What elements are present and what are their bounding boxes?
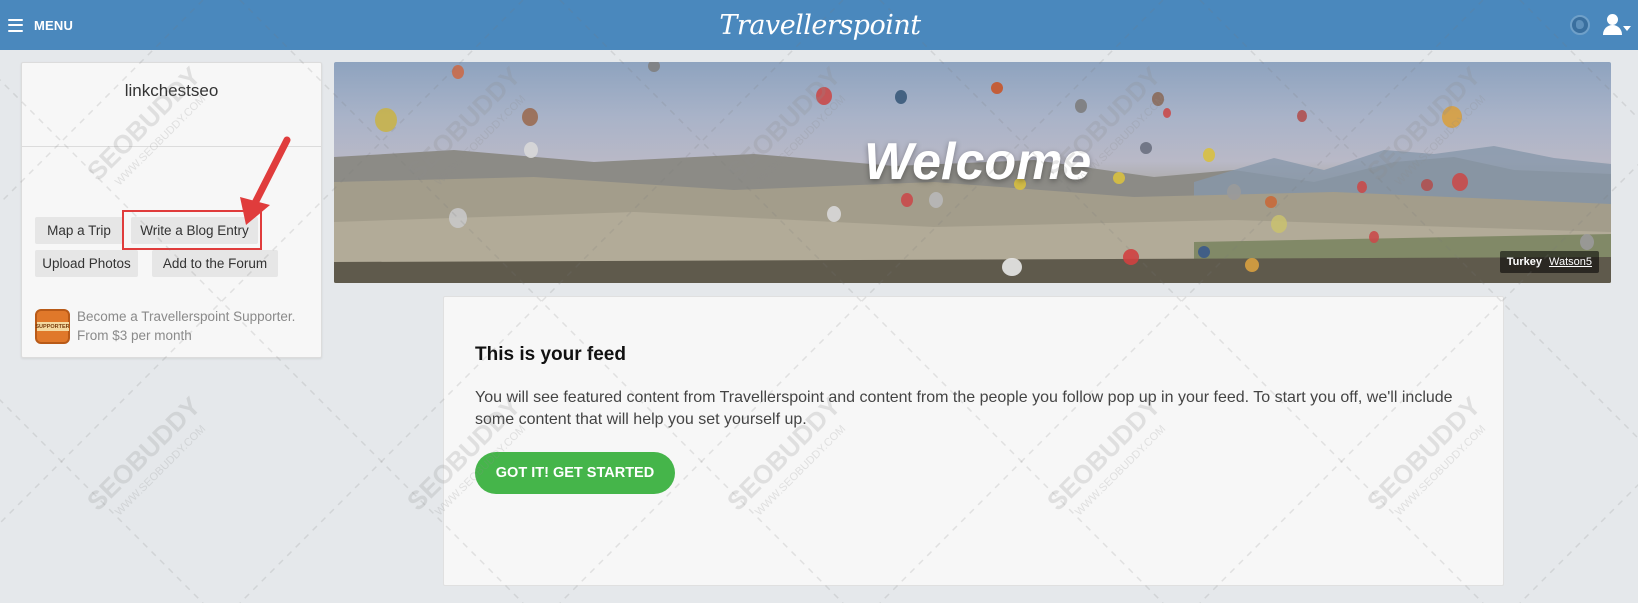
top-navigation-bar: MENU Travellerspoint: [0, 0, 1638, 50]
chevron-down-icon: [1623, 26, 1631, 31]
welcome-heading: Welcome: [864, 133, 1092, 191]
welcome-banner: Welcome Turkey Watson5: [334, 62, 1611, 283]
supporter-promo-line2: From $3 per month: [77, 328, 192, 343]
map-a-trip-button[interactable]: Map a Trip: [35, 217, 123, 244]
travellerspoint-logo[interactable]: Travellerspoint: [719, 6, 921, 44]
photo-author-link[interactable]: Watson5: [1549, 256, 1592, 268]
username[interactable]: linkchestseo: [22, 81, 321, 101]
profile-sidebar-card: linkchestseo Map a Trip Write a Blog Ent…: [21, 62, 322, 358]
globe-icon[interactable]: [1570, 15, 1590, 35]
supporter-badge-icon[interactable]: SUPPORTER: [35, 309, 70, 344]
feed-title: This is your feed: [475, 344, 626, 365]
feed-description: You will see featured content from Trave…: [475, 389, 1453, 428]
get-started-button[interactable]: GOT IT! GET STARTED: [475, 452, 675, 494]
svg-text:SEOBUDDY: SEOBUDDY: [81, 391, 206, 516]
hamburger-icon: [8, 18, 23, 32]
upload-photos-button[interactable]: Upload Photos: [35, 250, 138, 277]
supporter-promo-line1: Become a Travellerspoint Supporter.: [77, 309, 296, 324]
user-account-icon[interactable]: [1603, 14, 1631, 36]
add-to-forum-button[interactable]: Add to the Forum: [152, 250, 278, 277]
svg-text:WWW.SEOBUDDY.COM: WWW.SEOBUDDY.COM: [113, 423, 208, 518]
menu-label: MENU: [34, 17, 74, 33]
annotation-arrow-icon: [240, 136, 291, 225]
feed-intro-card: This is your feed You will see featured …: [443, 296, 1504, 586]
menu-button[interactable]: MENU: [8, 16, 73, 34]
supporter-promo[interactable]: Become a Travellerspoint Supporter. From…: [77, 307, 317, 345]
photo-location[interactable]: Turkey: [1507, 256, 1542, 268]
photo-credit: Turkey Watson5: [1499, 251, 1599, 273]
